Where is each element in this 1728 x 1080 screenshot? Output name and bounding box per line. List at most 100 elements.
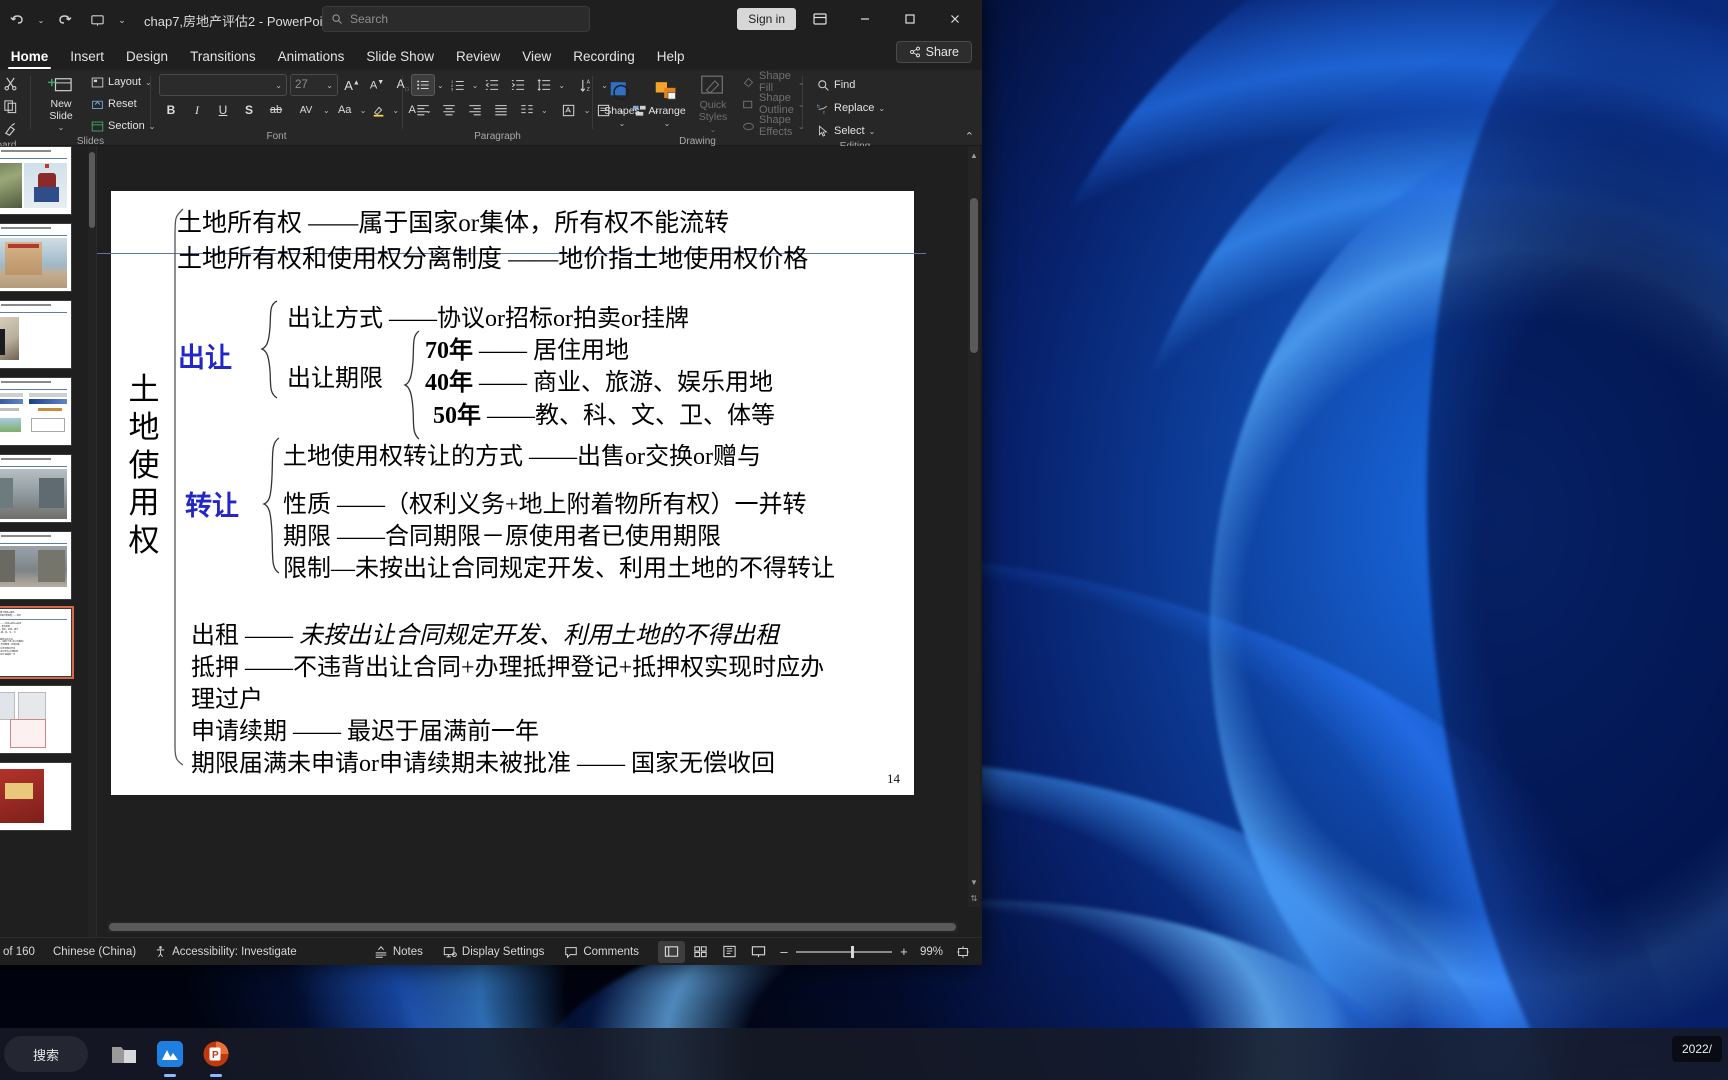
collapse-ribbon-icon[interactable]: ⌃ bbox=[965, 130, 974, 143]
search-input[interactable]: Search bbox=[322, 6, 590, 32]
line-spacing-button[interactable] bbox=[532, 74, 556, 96]
list-item[interactable]: 8 bbox=[0, 146, 88, 219]
increase-font-size-button[interactable]: A▲ bbox=[341, 74, 363, 96]
zoom-out-button[interactable]: – bbox=[778, 944, 790, 959]
strikethrough-button[interactable]: ab bbox=[263, 99, 289, 121]
slide-thumbnail-pane[interactable]: 8 9 bbox=[0, 146, 97, 937]
bold-button[interactable]: B bbox=[159, 99, 183, 121]
language-indicator[interactable]: Chinese (China) bbox=[44, 944, 145, 960]
font-name-input[interactable]: ⌄ bbox=[159, 74, 287, 96]
notes-button[interactable]: Notes bbox=[365, 943, 432, 961]
text-highlight-color-button[interactable] bbox=[368, 99, 390, 121]
maximize-button[interactable] bbox=[889, 4, 931, 34]
decrease-font-size-button[interactable]: A▼ bbox=[366, 74, 388, 96]
shape-outline-button[interactable]: Shape Outline ⌄ bbox=[738, 92, 809, 116]
change-case-button[interactable]: Aa bbox=[332, 99, 358, 121]
list-item[interactable]: 14 土地所有权 ——属于国家or集体土地所有权和使用权分离制度 ——地价 土地… bbox=[0, 604, 88, 681]
list-item[interactable]: 13 bbox=[0, 527, 88, 604]
reading-view-button[interactable] bbox=[716, 941, 743, 963]
zoom-level-label[interactable]: 99% bbox=[916, 944, 947, 960]
columns-button[interactable] bbox=[515, 99, 539, 121]
shape-fill-dropdown-icon[interactable]: ⌄ bbox=[798, 78, 805, 87]
text-highlight-dropdown-icon[interactable]: ⌄ bbox=[392, 106, 399, 115]
tab-view[interactable]: View bbox=[511, 46, 562, 70]
reset-button[interactable]: Reset bbox=[87, 94, 159, 114]
font-size-dropdown-icon[interactable]: ⌄ bbox=[326, 81, 333, 90]
slide-thumbnail[interactable] bbox=[0, 762, 72, 831]
justify-button[interactable] bbox=[489, 99, 513, 121]
align-left-button[interactable] bbox=[411, 99, 435, 121]
next-slide-icon[interactable]: ⇅ bbox=[968, 891, 980, 905]
text-direction-dropdown-icon[interactable]: ⌄ bbox=[584, 106, 591, 115]
list-item[interactable]: 15 bbox=[0, 681, 88, 758]
normal-view-button[interactable] bbox=[657, 940, 685, 963]
powerpoint-icon[interactable]: P bbox=[198, 1036, 234, 1077]
scrollbar-thumb[interactable] bbox=[89, 152, 95, 228]
new-slide-button[interactable]: New Slide ⌄ bbox=[39, 74, 83, 135]
share-button[interactable]: Share bbox=[895, 41, 972, 63]
slide-vertical-scrollbar[interactable]: ▲ ▼ ⇅ bbox=[968, 146, 980, 907]
replace-button[interactable]: bc Replace ⌄ bbox=[813, 98, 889, 118]
zoom-in-button[interactable]: + bbox=[898, 944, 910, 959]
tab-help[interactable]: Help bbox=[646, 46, 696, 70]
start-presentation-icon[interactable] bbox=[82, 7, 112, 33]
columns-dropdown-icon[interactable]: ⌄ bbox=[541, 106, 548, 115]
scrollbar-thumb[interactable] bbox=[970, 198, 978, 353]
replace-dropdown-icon[interactable]: ⌄ bbox=[878, 104, 885, 113]
text-shadow-button[interactable]: S bbox=[237, 99, 261, 121]
quick-styles-dropdown-icon[interactable]: ⌄ bbox=[710, 125, 717, 134]
scrollbar-thumb[interactable] bbox=[109, 923, 956, 931]
file-explorer-icon[interactable] bbox=[106, 1036, 142, 1072]
scroll-up-icon[interactable]: ▲ bbox=[968, 148, 980, 162]
arrange-button[interactable]: Arrange ⌄ bbox=[646, 78, 688, 130]
shape-fill-button[interactable]: Shape Fill ⌄ bbox=[738, 70, 809, 94]
shape-outline-dropdown-icon[interactable]: ⌄ bbox=[798, 100, 805, 109]
slide-thumbnail[interactable] bbox=[0, 377, 72, 446]
tab-review[interactable]: Review bbox=[445, 46, 511, 70]
slide-editing-pane[interactable]: 土地所有权 ——属于国家or集体，所有权不能流转 土地所有权和使用权分离制度 —… bbox=[97, 146, 982, 937]
accessibility-indicator[interactable]: Accessibility: Investigate bbox=[145, 943, 306, 960]
character-spacing-button[interactable]: AV bbox=[291, 99, 321, 121]
tab-transitions[interactable]: Transitions bbox=[179, 46, 267, 70]
numbering-button[interactable]: 123 bbox=[446, 74, 470, 96]
slide-thumbnail[interactable] bbox=[0, 223, 72, 292]
align-right-button[interactable] bbox=[463, 99, 487, 121]
list-item[interactable]: 16 bbox=[0, 758, 88, 835]
list-item[interactable]: 9 bbox=[0, 219, 88, 296]
list-item[interactable]: 11 bbox=[0, 373, 88, 450]
italic-button[interactable]: I bbox=[185, 99, 209, 121]
list-item[interactable]: 10 bbox=[0, 296, 88, 373]
bullets-dropdown-icon[interactable]: ⌄ bbox=[437, 81, 444, 90]
tab-design[interactable]: Design bbox=[115, 46, 179, 70]
shape-effects-dropdown-icon[interactable]: ⌄ bbox=[798, 122, 805, 131]
taskbar-clock[interactable]: 2022/ bbox=[1671, 1036, 1722, 1062]
fit-to-window-button[interactable] bbox=[949, 941, 976, 963]
taskbar-search-button[interactable]: 搜索 bbox=[4, 1036, 88, 1072]
section-button[interactable]: Section ⌄ bbox=[87, 116, 159, 136]
zoom-slider[interactable]: – + bbox=[774, 944, 914, 959]
slide-thumbnail[interactable] bbox=[0, 685, 72, 754]
cut-button[interactable] bbox=[0, 72, 22, 94]
thumbnail-scrollbar[interactable] bbox=[88, 146, 96, 937]
select-button[interactable]: Select ⌄ bbox=[813, 121, 879, 141]
zoom-knob[interactable] bbox=[850, 945, 854, 958]
undo-dropdown-icon[interactable]: ⌄ bbox=[34, 7, 48, 33]
format-painter-button[interactable] bbox=[0, 118, 22, 140]
copy-button[interactable] bbox=[0, 95, 22, 117]
ribbon-display-options-icon[interactable] bbox=[799, 4, 841, 34]
tab-home[interactable]: Home bbox=[0, 46, 59, 70]
change-case-dropdown-icon[interactable]: ⌄ bbox=[360, 106, 367, 115]
select-dropdown-icon[interactable]: ⌄ bbox=[869, 127, 876, 136]
decrease-indent-button[interactable] bbox=[480, 74, 504, 96]
align-center-button[interactable] bbox=[437, 99, 461, 121]
text-direction-button[interactable] bbox=[558, 99, 582, 121]
increase-indent-button[interactable] bbox=[506, 74, 530, 96]
character-spacing-dropdown-icon[interactable]: ⌄ bbox=[323, 106, 330, 115]
slide-thumbnail[interactable] bbox=[0, 300, 72, 369]
slide-canvas[interactable]: 土地所有权 ——属于国家or集体，所有权不能流转 土地所有权和使用权分离制度 —… bbox=[97, 191, 926, 795]
layout-button[interactable]: Layout ⌄ bbox=[87, 72, 159, 92]
font-size-input[interactable]: 27 ⌄ bbox=[290, 74, 338, 96]
underline-button[interactable]: U bbox=[211, 99, 235, 121]
line-spacing-dropdown-icon[interactable]: ⌄ bbox=[558, 81, 565, 90]
slide-sorter-button[interactable] bbox=[687, 941, 714, 963]
